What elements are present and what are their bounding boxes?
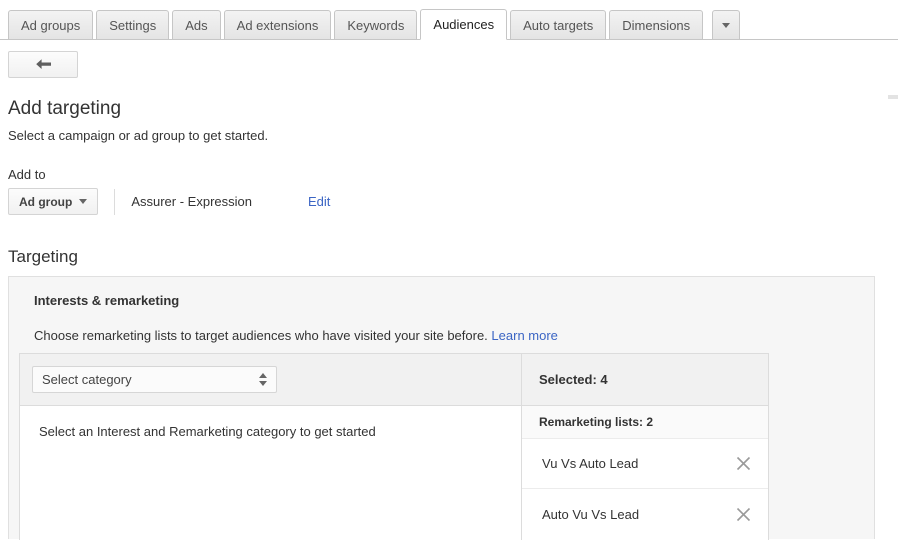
learn-more-link[interactable]: Learn more <box>491 328 557 343</box>
tab-audiences[interactable]: Audiences <box>420 9 508 40</box>
tab-bar: Ad groups Settings Ads Ad extensions Key… <box>0 0 898 41</box>
selected-item-label: Auto Vu Vs Lead <box>542 506 640 522</box>
targeting-table: Select category Selected: 4 Select an In… <box>19 353 769 540</box>
select-category-value: Select category <box>42 372 132 387</box>
select-category-dropdown[interactable]: Select category <box>32 366 277 393</box>
tab-label: Ads <box>185 17 208 33</box>
ad-group-scope-button[interactable]: Ad group <box>8 188 99 215</box>
list-item: Auto Vu Vs Lead <box>522 489 768 539</box>
list-item: Vu Vs Auto Lead <box>522 439 768 489</box>
double-chevron-icon <box>259 373 267 386</box>
ad-group-scope-label: Ad group <box>19 194 73 209</box>
card-description-text: Choose remarketing lists to target audie… <box>34 328 488 343</box>
tab-label: Audiences <box>433 17 495 32</box>
tab-label: Keywords <box>347 17 405 33</box>
page-title: Add targeting <box>8 98 122 119</box>
add-to-label: Add to <box>8 167 46 182</box>
ad-group-name: Assurer - Expression <box>131 194 252 209</box>
tab-dimensions[interactable]: Dimensions <box>609 10 704 40</box>
selected-count-header: Selected: 4 <box>539 372 608 387</box>
tab-label: Auto targets <box>523 17 594 33</box>
tab-list: Ad groups Settings Ads Ad extensions Key… <box>8 9 741 40</box>
arrow-left-icon <box>35 59 51 69</box>
tab-ad-groups[interactable]: Ad groups <box>8 10 94 40</box>
targeting-section-title: Targeting <box>8 247 78 266</box>
interests-remarketing-card: Interests & remarketing Choose remarketi… <box>8 276 875 540</box>
add-to-row: Ad group Assurer - Expression Edit <box>8 188 330 215</box>
remarketing-lists-header: Remarketing lists: 2 <box>522 406 768 439</box>
category-empty-state: Select an Interest and Remarketing categ… <box>20 406 522 540</box>
page-subtitle: Select a campaign or ad group to get sta… <box>8 128 269 143</box>
tab-label: Settings <box>109 17 157 33</box>
selected-panel: Remarketing lists: 2 Vu Vs Auto Lead Aut… <box>522 406 768 540</box>
close-icon[interactable] <box>736 456 751 471</box>
targeting-table-header: Select category Selected: 4 <box>20 354 768 406</box>
selected-item-label: Vu Vs Auto Lead <box>542 456 639 471</box>
card-description: Choose remarketing lists to target audie… <box>34 328 558 343</box>
tab-ad-extensions[interactable]: Ad extensions <box>223 10 332 40</box>
tab-label: Ad groups <box>21 17 81 33</box>
tab-keywords[interactable]: Keywords <box>334 10 418 40</box>
divider <box>114 188 116 215</box>
tab-settings[interactable]: Settings <box>96 10 170 40</box>
category-select-cell: Select category <box>20 354 522 405</box>
tab-label: Dimensions <box>622 17 691 33</box>
chevron-down-icon <box>722 22 731 28</box>
back-button[interactable] <box>8 51 78 78</box>
caret-down-icon <box>79 199 88 204</box>
tab-overflow-button[interactable] <box>712 10 741 40</box>
tab-ads[interactable]: Ads <box>172 10 221 40</box>
tab-auto-targets[interactable]: Auto targets <box>510 10 607 40</box>
targeting-table-body: Select an Interest and Remarketing categ… <box>20 406 768 540</box>
edit-link[interactable]: Edit <box>308 194 330 209</box>
tab-label: Ad extensions <box>236 17 319 33</box>
scroll-edge-marker <box>888 95 898 99</box>
close-icon[interactable] <box>736 507 751 522</box>
card-title: Interests & remarketing <box>34 293 180 308</box>
